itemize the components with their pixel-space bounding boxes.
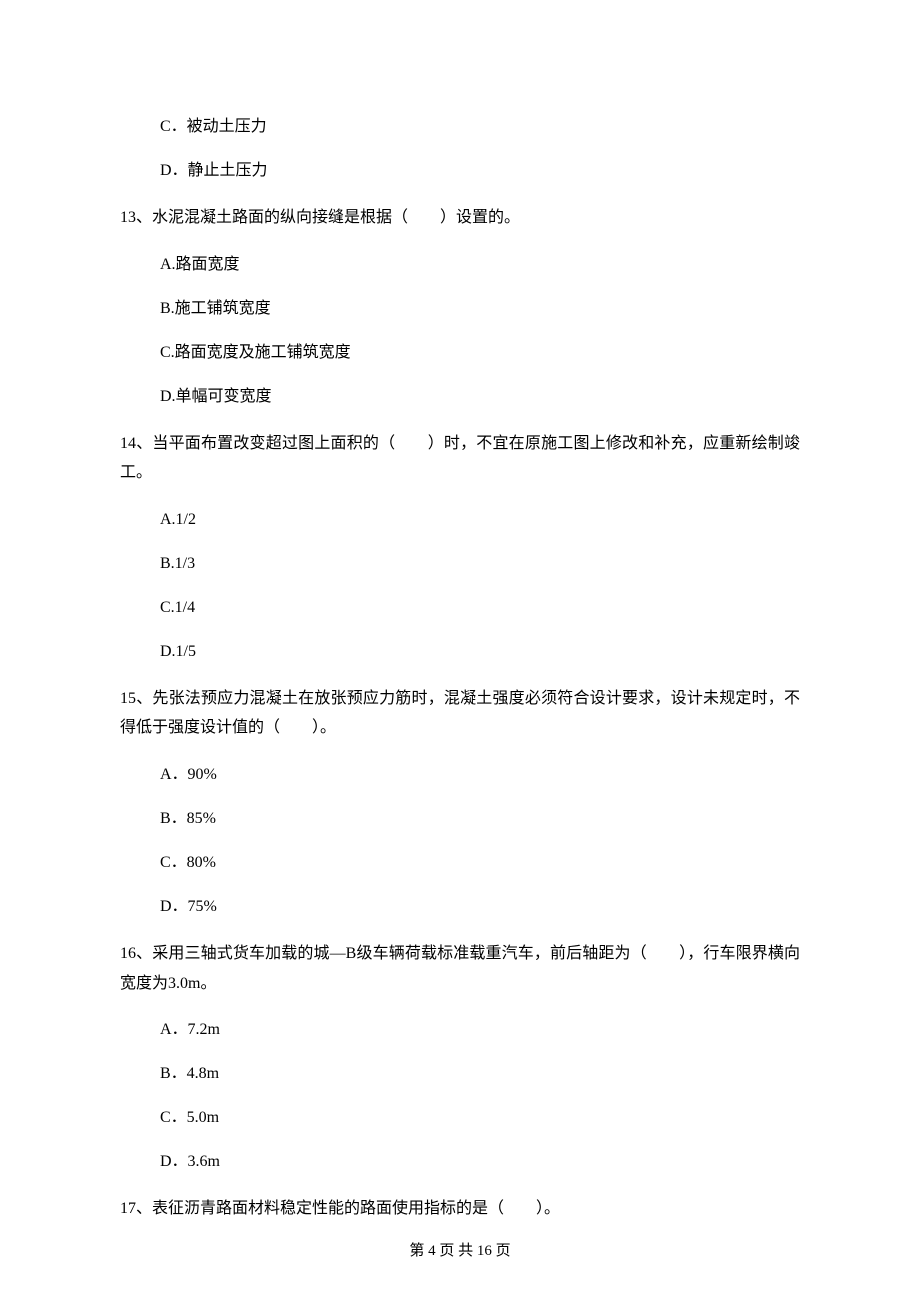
question-13-option-b: B.施工铺筑宽度 [120,297,800,321]
question-16-option-a: A．7.2m [120,1018,800,1042]
question-15-option-c: C．80% [120,851,800,875]
question-16-option-b: B．4.8m [120,1062,800,1086]
question-16-option-d: D．3.6m [120,1150,800,1174]
page-footer: 第 4 页 共 16 页 [0,1239,920,1260]
question-13-option-a: A.路面宽度 [120,253,800,277]
question-16-stem: 16、采用三轴式货车加载的城—B级车辆荷载标准载重汽车，前后轴距为（ ），行车限… [120,939,800,998]
question-17-stem: 17、表征沥青路面材料稳定性能的路面使用指标的是（ ）。 [120,1194,800,1224]
question-14-option-c: C.1/4 [120,596,800,620]
option-c: C．被动土压力 [120,115,800,139]
question-13-option-c: C.路面宽度及施工铺筑宽度 [120,341,800,365]
question-13-stem: 13、水泥混凝土路面的纵向接缝是根据（ ）设置的。 [120,203,800,233]
question-15-option-b: B．85% [120,807,800,831]
question-15-option-a: A．90% [120,763,800,787]
option-d: D．静止土压力 [120,159,800,183]
question-16-option-c: C．5.0m [120,1106,800,1130]
question-14-option-a: A.1/2 [120,508,800,532]
question-15-stem: 15、先张法预应力混凝土在放张预应力筋时，混凝土强度必须符合设计要求，设计未规定… [120,684,800,743]
question-14-option-b: B.1/3 [120,552,800,576]
question-14-stem: 14、当平面布置改变超过图上面积的（ ）时，不宜在原施工图上修改和补充，应重新绘… [120,429,800,488]
question-13-option-d: D.单幅可变宽度 [120,385,800,409]
page: C．被动土压力 D．静止土压力 13、水泥混凝土路面的纵向接缝是根据（ ）设置的… [0,0,920,1302]
question-14-option-d: D.1/5 [120,640,800,664]
question-15-option-d: D．75% [120,895,800,919]
